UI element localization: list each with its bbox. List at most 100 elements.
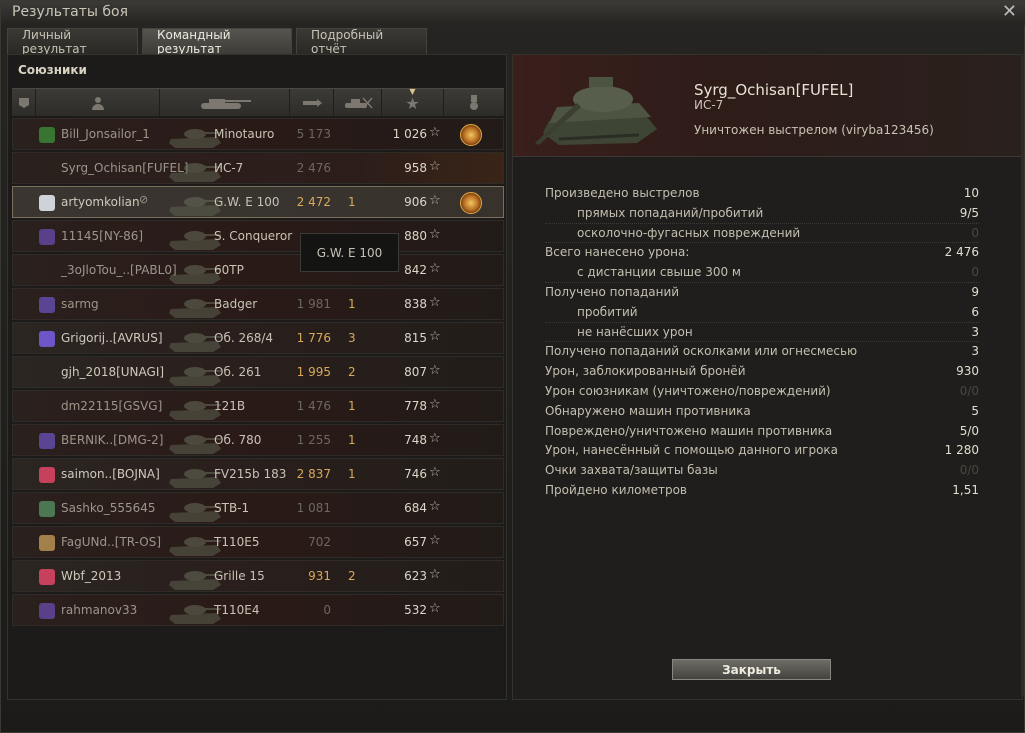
star-icon: ☆ — [429, 125, 441, 140]
star-icon: ☆ — [429, 533, 441, 548]
tank-icon[interactable] — [160, 89, 290, 117]
details-player-name: Syrg_Ochisan[FUFEL] — [694, 81, 854, 99]
stat-label: Всего нанесено урона: — [545, 245, 690, 260]
vehicle-name: S. Conqueror — [214, 229, 293, 243]
star-icon: ☆ — [429, 465, 441, 480]
table-row[interactable]: _3oJloTou_..[PABL0] 60TP 842 ☆ — [12, 254, 504, 286]
table-row[interactable]: artyomkolian ⊘ G.W. E 100 2 472 1 906 ☆ — [12, 186, 504, 218]
vehicle-name: Об. 780 — [214, 433, 262, 447]
player-details-header: Syrg_Ochisan[FUFEL] ИС-7 Уничтожен выстр… — [513, 55, 1022, 157]
kills-value: 2 — [348, 569, 356, 583]
kills-icon[interactable] — [334, 89, 382, 117]
window-title: Результаты боя — [12, 4, 128, 20]
stat-row: прямых попаданий/пробитий 9/5 — [545, 204, 979, 224]
close-icon[interactable]: ✕ — [1002, 1, 1017, 22]
battle-results-window: Результаты боя ✕ Личный результат Команд… — [0, 0, 1025, 733]
stat-row: Получено попаданий осколками или огнесме… — [545, 342, 979, 362]
xp-value: 532 — [404, 603, 427, 617]
details-stats-list: Произведено выстрелов 10 прямых попаданий/… — [545, 184, 979, 501]
table-row[interactable]: Wbf_2013 Grille 15 931 2 623 ☆ — [12, 560, 504, 592]
vehicle-name: T110E5 — [214, 535, 260, 549]
xp-value: 906 — [404, 195, 427, 209]
table-row[interactable]: Grigorij..[AVRUS] Об. 268/4 1 776 3 815 ☆ — [12, 322, 504, 354]
star-icon: ☆ — [429, 295, 441, 310]
damage-icon[interactable] — [290, 89, 334, 117]
xp-value: 748 — [404, 433, 427, 447]
table-row[interactable]: gjh_2018[UNAGI] Об. 261 1 995 2 807 ☆ — [12, 356, 504, 388]
vehicle-name: 121B — [214, 399, 246, 413]
stat-label: пробитий — [577, 304, 638, 319]
stat-label: Урон союзникам (уничтожено/повреждений) — [545, 383, 831, 398]
player-icon[interactable] — [36, 89, 160, 117]
stat-value: 0 — [971, 265, 979, 280]
stat-value: 3 — [971, 344, 979, 359]
star-icon: ☆ — [429, 431, 441, 446]
stat-row: Очки захвата/защиты базы 0/0 — [545, 461, 979, 481]
stat-row: Произведено выстрелов 10 — [545, 184, 979, 204]
rank-icon[interactable] — [12, 89, 36, 117]
star-icon: ☆ — [429, 601, 441, 616]
player-name: _3oJloTou_..[PABL0] — [61, 263, 177, 277]
clan-badge-icon — [39, 501, 55, 517]
stat-value: 0/0 — [959, 383, 979, 398]
player-name: rahmanov33 — [61, 603, 138, 617]
stat-label: Получено попаданий осколками или огнесме… — [545, 344, 858, 359]
table-row[interactable]: Sashko_555645 STB-1 1 081 684 ☆ — [12, 492, 504, 524]
table-row[interactable]: saimon..[BOJNA] FV215b 183 2 837 1 746 ☆ — [12, 458, 504, 490]
table-row[interactable]: 11145[NY-86] S. Conqueror 880 ☆ — [12, 220, 504, 252]
tab-detailed-report[interactable]: Подробный отчёт — [296, 28, 427, 56]
damage-value: 702 — [308, 535, 331, 549]
player-name: Bill_Jonsailor_1 — [61, 127, 150, 141]
table-row[interactable]: Bill_Jonsailor_1 Minotauro 5 173 1 026 ☆ — [12, 118, 504, 150]
stat-label: не нанёсших урон — [577, 324, 693, 339]
table-row[interactable]: rahmanov33 T110E4 0 532 ☆ — [12, 594, 504, 626]
stat-label: Получено попаданий — [545, 284, 680, 299]
details-status: Уничтожен выстрелом (viryba123456) — [694, 123, 934, 137]
kills-value: 1 — [348, 467, 356, 481]
kills-value: 2 — [348, 365, 356, 379]
tab-team-result[interactable]: Командный результат — [142, 28, 292, 56]
vehicle-name: Об. 268/4 — [214, 331, 274, 345]
xp-value: 778 — [404, 399, 427, 413]
close-button[interactable]: Закрыть — [672, 659, 831, 680]
player-name: BERNIK..[DMG-2] — [61, 433, 164, 447]
xp-value: 838 — [404, 297, 427, 311]
vehicle-name: Minotauro — [214, 127, 275, 141]
xp-value: 1 026 — [392, 127, 427, 141]
title-bar[interactable]: Результаты боя ✕ — [1, 1, 1025, 25]
stat-row: Всего нанесено урона: 2 476 — [545, 243, 979, 263]
star-icon: ☆ — [429, 329, 441, 344]
damage-value: 2 476 — [296, 161, 331, 175]
player-name: 11145[NY-86] — [61, 229, 144, 243]
stat-value: 2 476 — [944, 245, 979, 260]
vehicle-image — [535, 77, 657, 145]
medal-icon[interactable] — [444, 89, 504, 117]
medal-badge-icon[interactable] — [460, 124, 482, 146]
stat-label: Урон, нанесённый с помощью данного игрок… — [545, 443, 839, 458]
medal-badge-icon[interactable] — [460, 192, 482, 214]
stat-label: с дистанции свыше 300 м — [577, 265, 741, 280]
scrollbar[interactable] — [1021, 56, 1024, 696]
stat-row: с дистанции свыше 300 м 0 — [545, 263, 979, 283]
vehicle-name: Grille 15 — [214, 569, 265, 583]
star-icon: ☆ — [429, 499, 441, 514]
stat-row: Получено попаданий 9 — [545, 283, 979, 303]
xp-value: 958 — [404, 161, 427, 175]
stat-value: 3 — [971, 324, 979, 339]
allies-panel: Союзники ▼ ★ Bill_Jonsailor_1 Minotauro … — [7, 54, 507, 700]
damage-value: 931 — [308, 569, 331, 583]
xp-value: 657 — [404, 535, 427, 549]
vehicle-name: Об. 261 — [214, 365, 262, 379]
table-row[interactable]: dm22115[GSVG] 121B 1 476 1 778 ☆ — [12, 390, 504, 422]
stat-value: 9/5 — [959, 205, 979, 220]
table-row[interactable]: BERNIK..[DMG-2] Об. 780 1 255 1 748 ☆ — [12, 424, 504, 456]
table-row[interactable]: FagUNd..[TR-OS] T110E5 702 657 ☆ — [12, 526, 504, 558]
table-row[interactable]: Syrg_Ochisan[FUFEL] ИС-7 2 476 958 ☆ — [12, 152, 504, 184]
clan-badge-icon — [39, 297, 55, 313]
player-name: sarmg — [61, 297, 99, 311]
player-name: dm22115[GSVG] — [61, 399, 163, 413]
player-name: Wbf_2013 — [61, 569, 122, 583]
tab-personal-result[interactable]: Личный результат — [7, 28, 138, 56]
table-row[interactable]: sarmg Badger 1 981 1 838 ☆ — [12, 288, 504, 320]
xp-star-icon[interactable]: ▼ ★ — [382, 87, 444, 117]
